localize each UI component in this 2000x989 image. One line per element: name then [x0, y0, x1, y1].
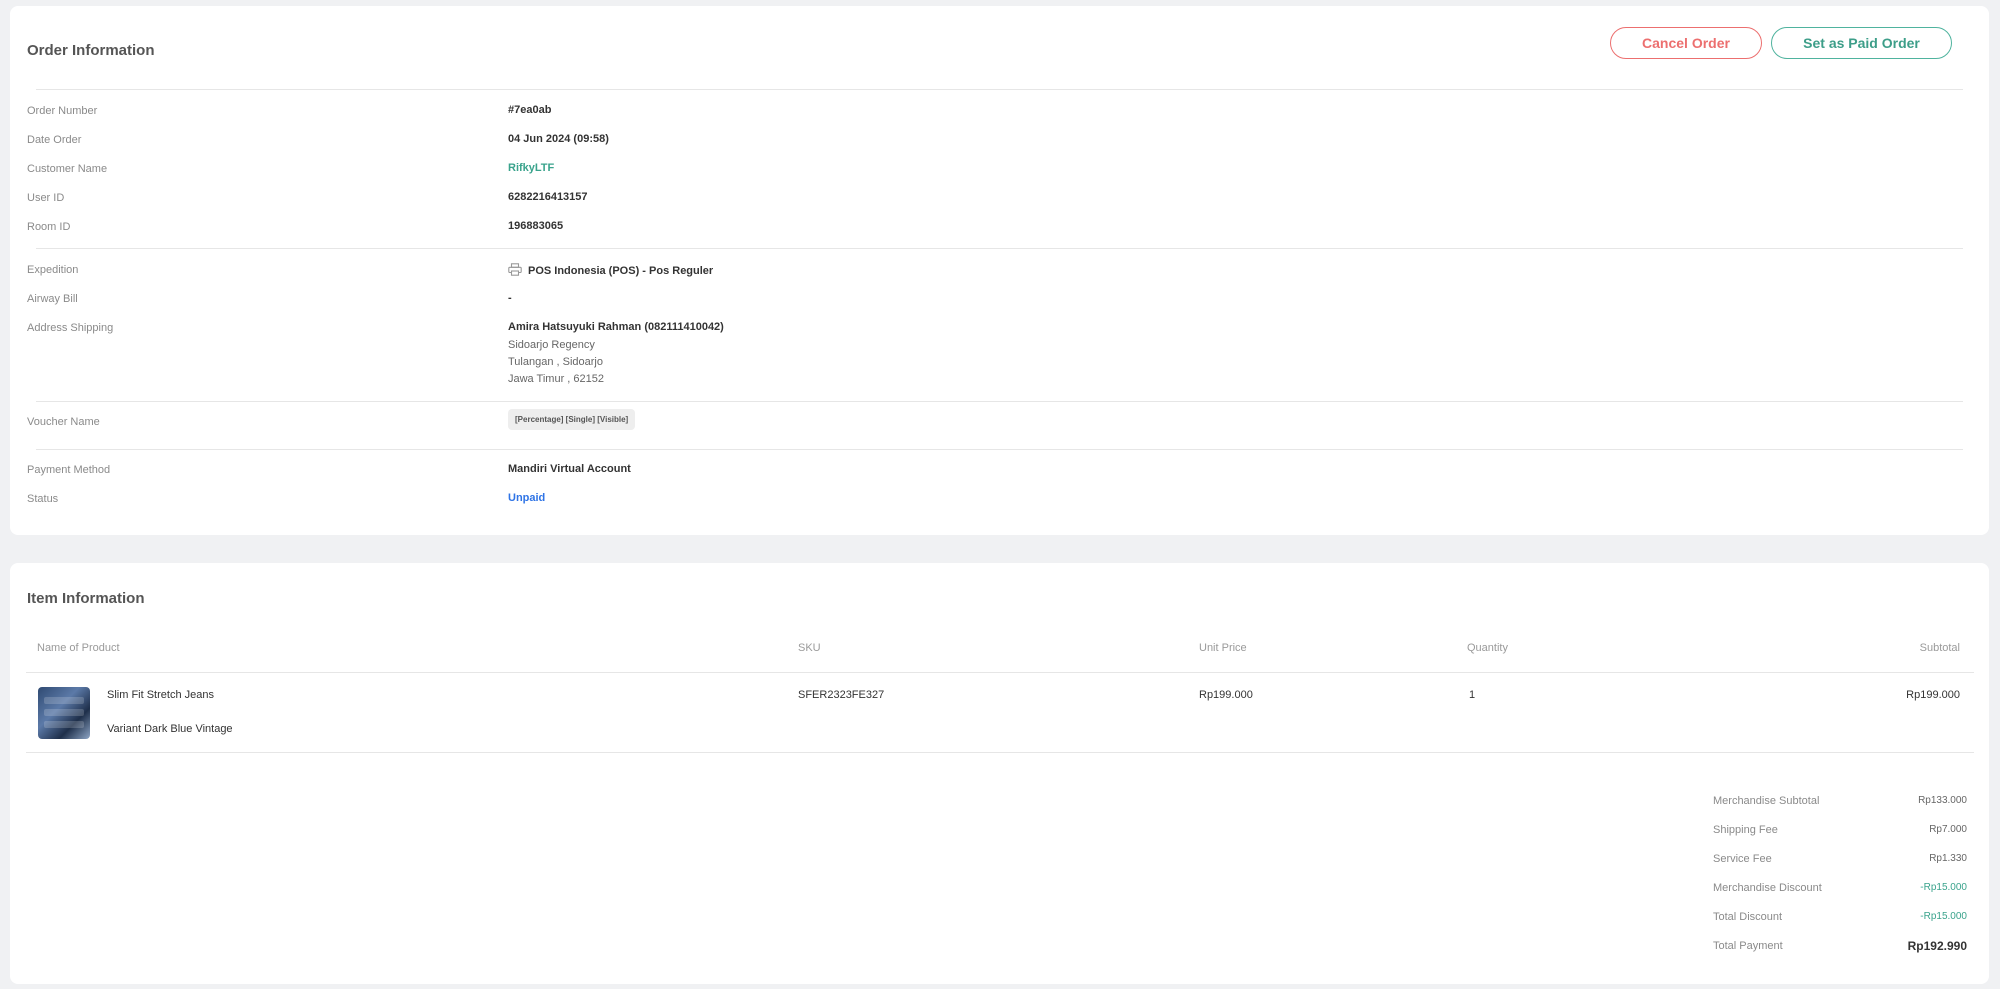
product-thumbnail[interactable] [38, 687, 90, 739]
product-sku: SFER2323FE327 [798, 689, 885, 701]
column-header-subtotal: Subtotal [1919, 642, 1960, 654]
item-information-title: Item Information [27, 590, 145, 607]
address-shipping-label: Address Shipping [27, 322, 114, 334]
order-number-label: Order Number [27, 105, 98, 117]
order-information-card [10, 6, 1989, 535]
product-name: Slim Fit Stretch Jeans [107, 689, 214, 701]
column-header-unit-price: Unit Price [1199, 642, 1247, 654]
column-header-sku: SKU [798, 642, 821, 654]
merchandise-subtotal-label: Merchandise Subtotal [1713, 795, 1820, 807]
product-unit-price: Rp199.000 [1199, 689, 1253, 701]
airway-bill-value: - [508, 292, 512, 304]
cancel-order-button[interactable]: Cancel Order [1610, 27, 1762, 59]
column-header-quantity: Quantity [1467, 642, 1508, 654]
column-header-product: Name of Product [37, 642, 120, 654]
shipping-fee-value: Rp7.000 [1929, 824, 1967, 835]
order-information-title: Order Information [27, 42, 155, 59]
order-number-value: #7ea0ab [508, 104, 552, 116]
divider [36, 401, 1963, 402]
date-order-value: 04 Jun 2024 (09:58) [508, 133, 609, 145]
total-payment-value: Rp192.990 [1907, 939, 1967, 953]
voucher-name-label: Voucher Name [27, 416, 100, 428]
divider [26, 672, 1974, 673]
total-discount-label: Total Discount [1713, 911, 1783, 923]
payment-method-value: Mandiri Virtual Account [508, 463, 631, 475]
voucher-chip: [Percentage] [Single] [Visible] [508, 409, 636, 430]
user-id-label: User ID [27, 192, 65, 204]
address-line: Tulangan , Sidoarjo [508, 356, 603, 368]
room-id-value: 196883065 [508, 220, 564, 232]
total-payment-label: Total Payment [1713, 940, 1783, 952]
airway-bill-label: Airway Bill [27, 293, 78, 305]
product-subtotal: Rp199.000 [1906, 689, 1960, 701]
address-line: Jawa Timur , 62152 [508, 373, 604, 385]
expedition-text: POS Indonesia (POS) - Pos Reguler [528, 265, 714, 277]
room-id-label: Room ID [27, 221, 71, 233]
item-information-card [10, 563, 1989, 984]
divider [26, 752, 1974, 753]
merchandise-subtotal-value: Rp133.000 [1918, 795, 1967, 806]
expedition-label: Expedition [27, 264, 79, 276]
user-id-value: 6282216413157 [508, 191, 588, 203]
merchandise-discount-label: Merchandise Discount [1713, 882, 1822, 894]
date-order-label: Date Order [27, 134, 82, 146]
status-label: Status [27, 493, 59, 505]
shipping-fee-label: Shipping Fee [1713, 824, 1778, 836]
product-quantity: 1 [1469, 689, 1476, 701]
product-variant: Variant Dark Blue Vintage [107, 723, 233, 735]
address-line: Sidoarjo Regency [508, 339, 595, 351]
service-fee-label: Service Fee [1713, 853, 1772, 865]
divider [36, 449, 1963, 450]
payment-method-label: Payment Method [27, 464, 111, 476]
expedition-value: POS Indonesia (POS) - Pos Reguler [508, 263, 713, 279]
service-fee-value: Rp1.330 [1929, 853, 1967, 864]
customer-name-link[interactable]: RifkyLTF [508, 162, 554, 174]
set-as-paid-order-button[interactable]: Set as Paid Order [1771, 27, 1952, 59]
divider [36, 248, 1963, 249]
total-discount-value: -Rp15.000 [1920, 911, 1967, 922]
customer-name-label: Customer Name [27, 163, 108, 175]
printer-icon[interactable] [508, 263, 522, 279]
merchandise-discount-value: -Rp15.000 [1920, 882, 1967, 893]
divider [36, 89, 1963, 90]
status-badge: Unpaid [508, 492, 546, 504]
address-name-line: Amira Hatsuyuki Rahman (082111410042) [508, 321, 724, 333]
